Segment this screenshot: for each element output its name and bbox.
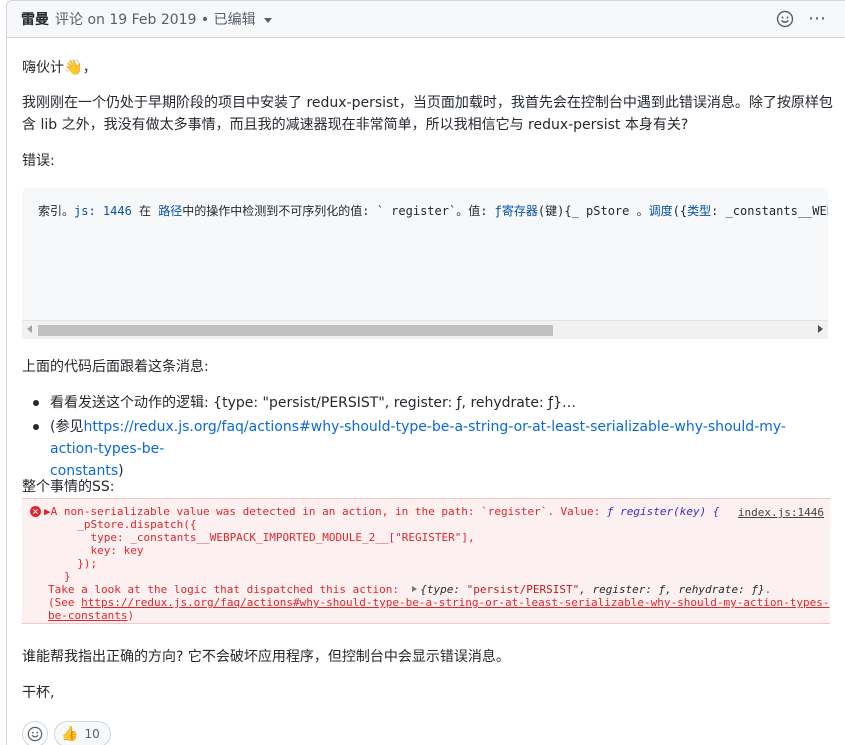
header-actions: ⋯ — [776, 10, 845, 28]
code-seg-10: ({ — [672, 204, 688, 218]
console-line-3: type: _constants__WEBPACK_IMPORTED_MODUL… — [64, 531, 475, 544]
console-line-1-fn: ƒ register(key) { — [606, 505, 720, 518]
thumbs-up-count: 10 — [84, 727, 100, 741]
code-seg-4: 路径 — [158, 204, 183, 218]
kebab-icon[interactable]: ⋯ — [808, 10, 827, 28]
code-horizontal-scrollbar[interactable] — [22, 320, 828, 339]
reactions-bar: 👍 10 — [22, 721, 111, 745]
code-seg-3: 在 — [131, 204, 159, 218]
comment-header: 雷曼 评论 on 19 Feb 2019 • 已编辑 ⋯ — [7, 1, 845, 38]
smiley-icon — [27, 726, 43, 742]
console-line-8-prefix: (See — [48, 596, 82, 609]
list-item: (参见https://redux.js.org/faq/actions#why-… — [22, 416, 828, 482]
scroll-left-arrow-icon[interactable] — [27, 325, 32, 333]
console-line-6: } — [64, 570, 71, 583]
add-reaction-button[interactable] — [22, 721, 48, 745]
console-obj-a: {type: — [420, 583, 467, 596]
code-line: 索引。js: 1446 在 路径中的操作中检测到不可序列化的值: ` regis… — [38, 202, 828, 219]
issue-comment: 雷曼 评论 on 19 Feb 2019 • 已编辑 ⋯ 嗨伙计👋， 我刚刚在一… — [6, 0, 845, 745]
smiley-icon[interactable] — [776, 10, 794, 28]
redux-faq-link[interactable]: https://redux.js.org/faq/actions#why-sho… — [50, 419, 786, 457]
console-line-7-text: Take a look at the logic that dispatched… — [48, 583, 413, 596]
code-seg-12: : _constants__WEBPACK — [711, 204, 828, 218]
code-seg-6: ƒ — [494, 204, 502, 218]
code-seg-8: (键){_ pStore 。 — [537, 204, 649, 218]
console-obj-str: "persist/PERSIST" — [466, 583, 580, 596]
list-item: 看看发送这个动作的逻辑: {type: "persist/PERSIST", r… — [22, 392, 828, 414]
comment-meta[interactable]: 评论 on 19 Feb 2019 • 已编辑 — [55, 9, 256, 29]
console-error-screenshot: × ▶A non-serializable value was detected… — [22, 498, 830, 624]
author-name[interactable]: 雷曼 — [21, 9, 49, 29]
intro-line-1: 我刚刚在一个仍处于早期阶段的项目中安装了 redux-persist，当页面加载… — [22, 95, 833, 111]
expand-triangle-icon[interactable] — [412, 586, 418, 592]
question-text: 谁能帮我指出正确的方向? 它不会破坏应用程序，但控制台中会显示错误消息。 — [22, 649, 510, 665]
thumbs-up-reaction-button[interactable]: 👍 10 — [54, 721, 111, 745]
after-code-text: 上面的代码后面跟着这条消息: — [22, 359, 209, 375]
scrollbar-thumb[interactable] — [38, 325, 553, 336]
console-line-9-link[interactable]: be-constants — [48, 609, 127, 622]
error-icon: × — [30, 506, 41, 517]
signoff-text: 干杯, — [22, 685, 55, 701]
console-line-1: ▶A non-serializable value was detected i… — [44, 505, 720, 518]
greeting-suffix: ， — [82, 60, 97, 76]
bullet-2-suffix: ) — [118, 463, 124, 479]
intro-line-2: 含 lib 之外，我没有做太多事情，而且我的减速器现在非常简单，所以我相信它与 … — [22, 117, 689, 133]
scroll-right-arrow-icon[interactable] — [818, 325, 823, 333]
code-seg-2: js: 1446 — [74, 204, 132, 218]
greeting: 嗨伙计👋， — [22, 56, 97, 79]
console-line-4: key: key — [64, 544, 144, 557]
code-seg-5: 中的操作中检测到不可序列化的值: ` register`。值: — [182, 204, 495, 218]
console-line-7: Take a look at the logic that dispatched… — [48, 583, 771, 596]
console-line-2: _pStore.dispatch({ — [64, 518, 197, 531]
console-line-8: (See https://redux.js.org/faq/actions#wh… — [48, 596, 829, 609]
console-line-8-link[interactable]: https://redux.js.org/faq/actions#why-sho… — [81, 596, 829, 609]
console-line-7-end: . — [764, 583, 772, 596]
error-label: 错误: — [22, 153, 55, 169]
code-seg-1: 索引。 — [38, 204, 75, 218]
console-line-9-suffix: ) — [127, 609, 135, 622]
code-seg-9: 调度 — [648, 204, 673, 218]
bullet-2-prefix: (参见 — [50, 419, 84, 435]
console-obj-b: , register: ƒ, rehydrate: ƒ} — [579, 583, 765, 596]
bullet-list: 看看发送这个动作的逻辑: {type: "persist/PERSIST", r… — [22, 392, 828, 484]
bullet-1-text: 看看发送这个动作的逻辑: {type: "persist/PERSIST", r… — [50, 395, 576, 411]
console-source-link[interactable]: index.js:1446 — [738, 506, 824, 519]
greeting-text: 嗨伙计 — [22, 60, 64, 76]
edit-history-caret-icon[interactable] — [263, 17, 272, 23]
console-line-9: be-constants) — [48, 609, 134, 622]
waving-hand-icon: 👋 — [64, 58, 83, 76]
console-line-1-text: ▶A non-serializable value was detected i… — [44, 505, 607, 518]
console-line-5: }); — [64, 557, 98, 570]
code-seg-11: 类型 — [687, 204, 712, 218]
code-block[interactable]: 索引。js: 1446 在 路径中的操作中检测到不可序列化的值: ` regis… — [22, 188, 828, 338]
ss-label: 整个事情的SS: — [22, 479, 115, 495]
thumbs-up-icon: 👍 — [61, 726, 79, 742]
code-seg-7: 寄存器 — [501, 204, 538, 218]
